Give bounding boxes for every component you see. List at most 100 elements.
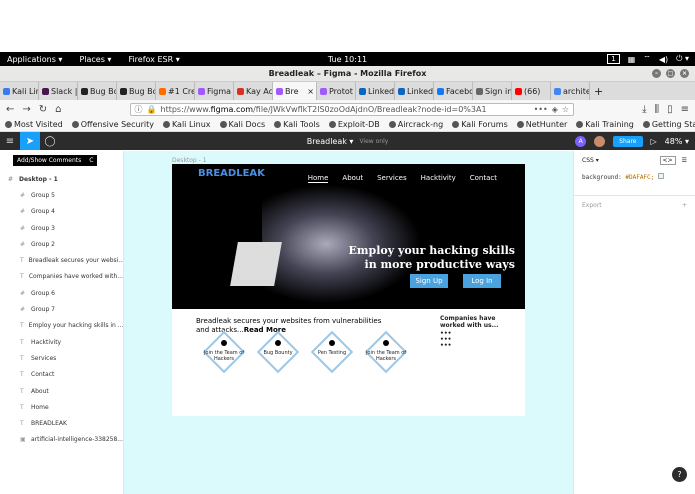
bookmark-icon [274,121,282,128]
comment-tool-icon[interactable]: ◯ [40,132,60,150]
layer-item[interactable]: T Contact [0,367,123,383]
sidebar-icon[interactable]: ▯ [667,104,673,115]
layer-item[interactable]: # Group 5 [0,187,123,203]
design-canvas[interactable]: Desktop - 1 BREADLEAK Home About Service… [124,151,573,494]
bookmark-item[interactable]: Kali Tools [274,120,320,129]
browser-tab[interactable]: Bug Bo [78,82,117,100]
layer-item[interactable]: T Hacktivity [0,334,123,350]
browser-tab[interactable]: Facebo [434,82,473,100]
code-view-icon[interactable]: <> [659,155,676,165]
layer-type-icon: T [20,338,24,346]
minimize-icon[interactable]: – [652,69,661,78]
applications-menu[interactable]: Applications ▾ [7,55,62,64]
user-photo-avatar[interactable] [594,135,606,147]
browser-tab[interactable]: Slack | [39,82,78,100]
share-button[interactable]: Share [613,135,643,147]
bookmark-item[interactable]: Kali Forums [452,120,508,129]
browser-tab[interactable]: Figma [195,82,234,100]
firefox-app-menu[interactable]: Firefox ESR ▾ [128,55,179,64]
css-dropdown[interactable]: CSS ▾ [582,157,599,164]
browser-tab[interactable]: Bre × [273,82,317,100]
url-bar[interactable]: ⓘ 🔒 https://www.figma.com/file/JWkVwflkT… [129,102,575,116]
list-view-icon[interactable]: ☰ [682,157,687,164]
layer-item[interactable]: # Group 7 [0,301,123,317]
layer-item[interactable]: ▣ artificial-intelligence-338258... [0,432,123,448]
back-icon[interactable]: ← [6,104,14,115]
bookmark-item[interactable]: Kali Docs [219,120,265,129]
desktop-frame[interactable]: BREADLEAK Home About Services Hacktivity… [172,164,525,416]
reload-icon[interactable]: ↻ [39,104,47,115]
bookmark-item[interactable]: Aircrack-ng [388,120,443,129]
tab-label: Bug Bo [90,86,117,96]
bookmark-icon [642,121,650,128]
layer-item[interactable]: T Companies have worked with... [0,269,123,285]
download-icon[interactable]: ⤓ [642,104,646,115]
layer-item[interactable]: T Home [0,399,123,415]
bookmark-item[interactable]: Offensive Security [71,120,154,129]
hamburger-menu-icon[interactable]: ≡ [681,104,689,115]
layer-type-icon: # [20,289,26,297]
layer-item[interactable]: T About [0,383,123,399]
bookmark-icon [452,121,460,128]
browser-tab[interactable]: Sign in [473,82,512,100]
library-icon[interactable]: ⫼ [654,104,659,115]
maximize-icon[interactable]: □ [666,69,675,78]
forward-icon[interactable]: → [22,104,30,115]
help-icon[interactable]: ? [672,467,687,482]
power-icon[interactable]: ⏻ ▾ [676,54,689,64]
bookmark-item[interactable]: Kali Training [576,120,634,129]
layer-item[interactable]: # Group 2 [0,236,123,252]
home-icon[interactable]: ⌂ [55,104,61,115]
tooltip-label: Add/Show Comments [17,157,82,164]
bookmark-item[interactable]: NetHunter [516,120,567,129]
layer-item[interactable]: T Services [0,350,123,366]
close-window-icon[interactable]: × [680,69,689,78]
browser-tab[interactable]: Bug Bo [117,82,156,100]
info-icon[interactable]: ⓘ [135,104,143,115]
figma-menu-icon[interactable]: ≡ [0,132,20,150]
browser-tab[interactable]: (66) [512,82,551,100]
workspace-indicator[interactable]: 1 [607,54,620,64]
bookmark-item[interactable]: Exploit-DB [328,120,380,129]
present-icon[interactable]: ▷ [651,137,657,146]
browser-tab[interactable]: archite [551,82,590,100]
move-tool-icon[interactable]: ➤ [20,132,40,150]
new-tab-icon[interactable]: + [594,82,603,100]
tab-label: (66) [524,86,541,96]
file-name[interactable]: Breadleak ▾ [307,137,354,146]
layer-item[interactable]: T Breadleak secures your websi... [0,252,123,268]
avatar[interactable]: A [575,135,587,147]
tab-label: Bre [285,86,299,96]
tab-favicon-icon [3,87,10,95]
add-export-icon[interactable]: + [682,202,687,209]
close-tab-icon[interactable]: × [307,87,314,96]
pocket-icon[interactable]: ◈ [552,105,558,114]
places-menu[interactable]: Places ▾ [79,55,111,64]
browser-tab[interactable]: Linked [356,82,395,100]
color-swatch [657,173,664,179]
bookmark-label: Getting Started [651,120,695,129]
bookmark-item[interactable]: Getting Started [642,120,695,129]
browser-tab[interactable]: Linked [395,82,434,100]
bookmark-star-icon[interactable]: ☆ [562,105,569,114]
bookmark-item[interactable]: Kali Linux [162,120,211,129]
layer-item[interactable]: T BREADLEAK [0,415,123,431]
bookmark-label: Offensive Security [80,120,154,129]
browser-tab[interactable]: Kay Ac [234,82,273,100]
bookmark-item[interactable]: Most Visited [5,120,63,129]
page-actions-icon[interactable]: ••• [534,105,548,114]
browser-tab[interactable]: #1 Cre [156,82,195,100]
layer-frame-desktop[interactable]: # Desktop - 1 [0,171,123,187]
zoom-level[interactable]: 48% ▾ [665,137,689,146]
clock[interactable]: Tue 10:11 [328,55,367,64]
export-section[interactable]: Export + [574,195,695,215]
browser-tab[interactable]: Protot [317,82,356,100]
frame-label[interactable]: Desktop - 1 [172,157,207,164]
bookmark-label: Most Visited [14,120,63,129]
browser-tab[interactable]: Kali Linux [0,82,39,100]
layer-item[interactable]: # Group 4 [0,204,123,220]
tab-label: Linked [407,86,434,96]
layer-item[interactable]: T Employ your hacking skills in ... [0,318,123,334]
layer-item[interactable]: # Group 6 [0,285,123,301]
layer-item[interactable]: # Group 3 [0,220,123,236]
